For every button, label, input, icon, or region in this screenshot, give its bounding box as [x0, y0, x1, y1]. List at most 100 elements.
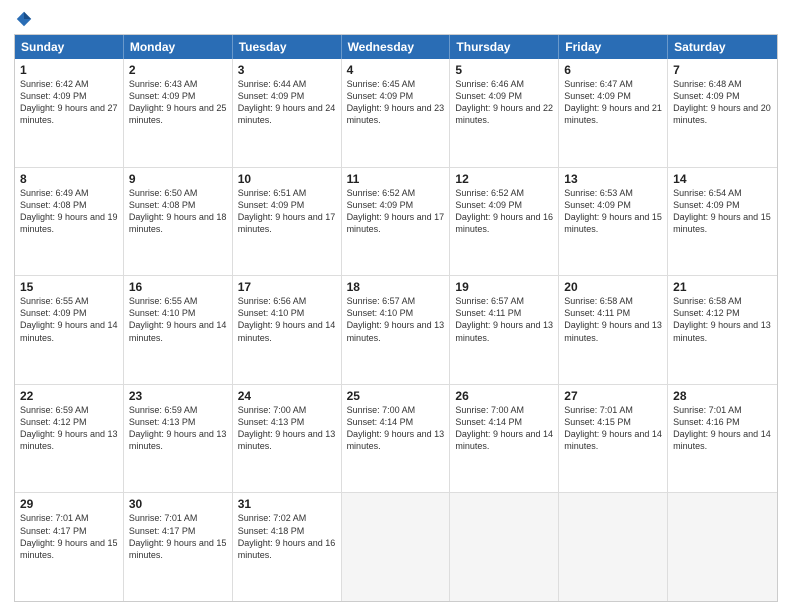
cell-details: Sunrise: 6:47 AMSunset: 4:09 PMDaylight:…: [564, 78, 662, 127]
calendar-row-2: 8Sunrise: 6:49 AMSunset: 4:08 PMDaylight…: [15, 168, 777, 277]
page-header: [14, 10, 778, 28]
calendar-cell: 16Sunrise: 6:55 AMSunset: 4:10 PMDayligh…: [124, 276, 233, 384]
calendar-cell: 7Sunrise: 6:48 AMSunset: 4:09 PMDaylight…: [668, 59, 777, 167]
header-monday: Monday: [124, 35, 233, 59]
calendar: SundayMondayTuesdayWednesdayThursdayFrid…: [14, 34, 778, 602]
day-number: 30: [129, 497, 227, 511]
cell-details: Sunrise: 6:50 AMSunset: 4:08 PMDaylight:…: [129, 187, 227, 236]
day-number: 28: [673, 389, 772, 403]
logo-icon: [15, 10, 33, 28]
calendar-cell: 28Sunrise: 7:01 AMSunset: 4:16 PMDayligh…: [668, 385, 777, 493]
day-number: 20: [564, 280, 662, 294]
cell-details: Sunrise: 6:55 AMSunset: 4:10 PMDaylight:…: [129, 295, 227, 344]
day-number: 18: [347, 280, 445, 294]
day-number: 29: [20, 497, 118, 511]
calendar-cell: 8Sunrise: 6:49 AMSunset: 4:08 PMDaylight…: [15, 168, 124, 276]
cell-details: Sunrise: 7:01 AMSunset: 4:17 PMDaylight:…: [20, 512, 118, 561]
calendar-cell: [559, 493, 668, 601]
cell-details: Sunrise: 6:55 AMSunset: 4:09 PMDaylight:…: [20, 295, 118, 344]
day-number: 5: [455, 63, 553, 77]
day-number: 12: [455, 172, 553, 186]
day-number: 19: [455, 280, 553, 294]
calendar-cell: 1Sunrise: 6:42 AMSunset: 4:09 PMDaylight…: [15, 59, 124, 167]
header-tuesday: Tuesday: [233, 35, 342, 59]
day-number: 27: [564, 389, 662, 403]
day-number: 4: [347, 63, 445, 77]
cell-details: Sunrise: 6:53 AMSunset: 4:09 PMDaylight:…: [564, 187, 662, 236]
calendar-cell: 17Sunrise: 6:56 AMSunset: 4:10 PMDayligh…: [233, 276, 342, 384]
header-thursday: Thursday: [450, 35, 559, 59]
calendar-cell: 27Sunrise: 7:01 AMSunset: 4:15 PMDayligh…: [559, 385, 668, 493]
calendar-cell: 30Sunrise: 7:01 AMSunset: 4:17 PMDayligh…: [124, 493, 233, 601]
calendar-header: SundayMondayTuesdayWednesdayThursdayFrid…: [15, 35, 777, 59]
header-friday: Friday: [559, 35, 668, 59]
day-number: 9: [129, 172, 227, 186]
day-number: 13: [564, 172, 662, 186]
calendar-cell: 10Sunrise: 6:51 AMSunset: 4:09 PMDayligh…: [233, 168, 342, 276]
cell-details: Sunrise: 6:59 AMSunset: 4:13 PMDaylight:…: [129, 404, 227, 453]
cell-details: Sunrise: 6:52 AMSunset: 4:09 PMDaylight:…: [347, 187, 445, 236]
calendar-row-5: 29Sunrise: 7:01 AMSunset: 4:17 PMDayligh…: [15, 493, 777, 601]
day-number: 7: [673, 63, 772, 77]
calendar-cell: 15Sunrise: 6:55 AMSunset: 4:09 PMDayligh…: [15, 276, 124, 384]
calendar-cell: 6Sunrise: 6:47 AMSunset: 4:09 PMDaylight…: [559, 59, 668, 167]
cell-details: Sunrise: 6:45 AMSunset: 4:09 PMDaylight:…: [347, 78, 445, 127]
calendar-cell: 23Sunrise: 6:59 AMSunset: 4:13 PMDayligh…: [124, 385, 233, 493]
day-number: 10: [238, 172, 336, 186]
calendar-cell: 14Sunrise: 6:54 AMSunset: 4:09 PMDayligh…: [668, 168, 777, 276]
calendar-cell: 9Sunrise: 6:50 AMSunset: 4:08 PMDaylight…: [124, 168, 233, 276]
day-number: 26: [455, 389, 553, 403]
calendar-cell: 24Sunrise: 7:00 AMSunset: 4:13 PMDayligh…: [233, 385, 342, 493]
calendar-cell: 29Sunrise: 7:01 AMSunset: 4:17 PMDayligh…: [15, 493, 124, 601]
cell-details: Sunrise: 6:43 AMSunset: 4:09 PMDaylight:…: [129, 78, 227, 127]
cell-details: Sunrise: 6:57 AMSunset: 4:11 PMDaylight:…: [455, 295, 553, 344]
cell-details: Sunrise: 6:49 AMSunset: 4:08 PMDaylight:…: [20, 187, 118, 236]
day-number: 21: [673, 280, 772, 294]
cell-details: Sunrise: 6:54 AMSunset: 4:09 PMDaylight:…: [673, 187, 772, 236]
day-number: 3: [238, 63, 336, 77]
header-saturday: Saturday: [668, 35, 777, 59]
cell-details: Sunrise: 7:00 AMSunset: 4:13 PMDaylight:…: [238, 404, 336, 453]
cell-details: Sunrise: 6:56 AMSunset: 4:10 PMDaylight:…: [238, 295, 336, 344]
calendar-cell: 2Sunrise: 6:43 AMSunset: 4:09 PMDaylight…: [124, 59, 233, 167]
calendar-row-4: 22Sunrise: 6:59 AMSunset: 4:12 PMDayligh…: [15, 385, 777, 494]
cell-details: Sunrise: 6:58 AMSunset: 4:12 PMDaylight:…: [673, 295, 772, 344]
cell-details: Sunrise: 6:58 AMSunset: 4:11 PMDaylight:…: [564, 295, 662, 344]
calendar-cell: 4Sunrise: 6:45 AMSunset: 4:09 PMDaylight…: [342, 59, 451, 167]
cell-details: Sunrise: 6:57 AMSunset: 4:10 PMDaylight:…: [347, 295, 445, 344]
cell-details: Sunrise: 7:02 AMSunset: 4:18 PMDaylight:…: [238, 512, 336, 561]
main-container: SundayMondayTuesdayWednesdayThursdayFrid…: [0, 0, 792, 612]
calendar-cell: [450, 493, 559, 601]
cell-details: Sunrise: 6:51 AMSunset: 4:09 PMDaylight:…: [238, 187, 336, 236]
calendar-cell: 18Sunrise: 6:57 AMSunset: 4:10 PMDayligh…: [342, 276, 451, 384]
calendar-cell: 3Sunrise: 6:44 AMSunset: 4:09 PMDaylight…: [233, 59, 342, 167]
calendar-cell: 5Sunrise: 6:46 AMSunset: 4:09 PMDaylight…: [450, 59, 559, 167]
header-sunday: Sunday: [15, 35, 124, 59]
cell-details: Sunrise: 7:01 AMSunset: 4:17 PMDaylight:…: [129, 512, 227, 561]
cell-details: Sunrise: 6:48 AMSunset: 4:09 PMDaylight:…: [673, 78, 772, 127]
day-number: 24: [238, 389, 336, 403]
calendar-cell: 22Sunrise: 6:59 AMSunset: 4:12 PMDayligh…: [15, 385, 124, 493]
calendar-cell: 20Sunrise: 6:58 AMSunset: 4:11 PMDayligh…: [559, 276, 668, 384]
cell-details: Sunrise: 6:44 AMSunset: 4:09 PMDaylight:…: [238, 78, 336, 127]
calendar-row-3: 15Sunrise: 6:55 AMSunset: 4:09 PMDayligh…: [15, 276, 777, 385]
cell-details: Sunrise: 6:59 AMSunset: 4:12 PMDaylight:…: [20, 404, 118, 453]
day-number: 15: [20, 280, 118, 294]
day-number: 6: [564, 63, 662, 77]
calendar-cell: 12Sunrise: 6:52 AMSunset: 4:09 PMDayligh…: [450, 168, 559, 276]
cell-details: Sunrise: 6:46 AMSunset: 4:09 PMDaylight:…: [455, 78, 553, 127]
calendar-cell: 19Sunrise: 6:57 AMSunset: 4:11 PMDayligh…: [450, 276, 559, 384]
cell-details: Sunrise: 7:01 AMSunset: 4:15 PMDaylight:…: [564, 404, 662, 453]
day-number: 2: [129, 63, 227, 77]
calendar-cell: [342, 493, 451, 601]
day-number: 1: [20, 63, 118, 77]
day-number: 31: [238, 497, 336, 511]
day-number: 23: [129, 389, 227, 403]
cell-details: Sunrise: 7:00 AMSunset: 4:14 PMDaylight:…: [455, 404, 553, 453]
calendar-cell: 31Sunrise: 7:02 AMSunset: 4:18 PMDayligh…: [233, 493, 342, 601]
calendar-cell: [668, 493, 777, 601]
cell-details: Sunrise: 7:00 AMSunset: 4:14 PMDaylight:…: [347, 404, 445, 453]
calendar-row-1: 1Sunrise: 6:42 AMSunset: 4:09 PMDaylight…: [15, 59, 777, 168]
calendar-cell: 13Sunrise: 6:53 AMSunset: 4:09 PMDayligh…: [559, 168, 668, 276]
header-wednesday: Wednesday: [342, 35, 451, 59]
